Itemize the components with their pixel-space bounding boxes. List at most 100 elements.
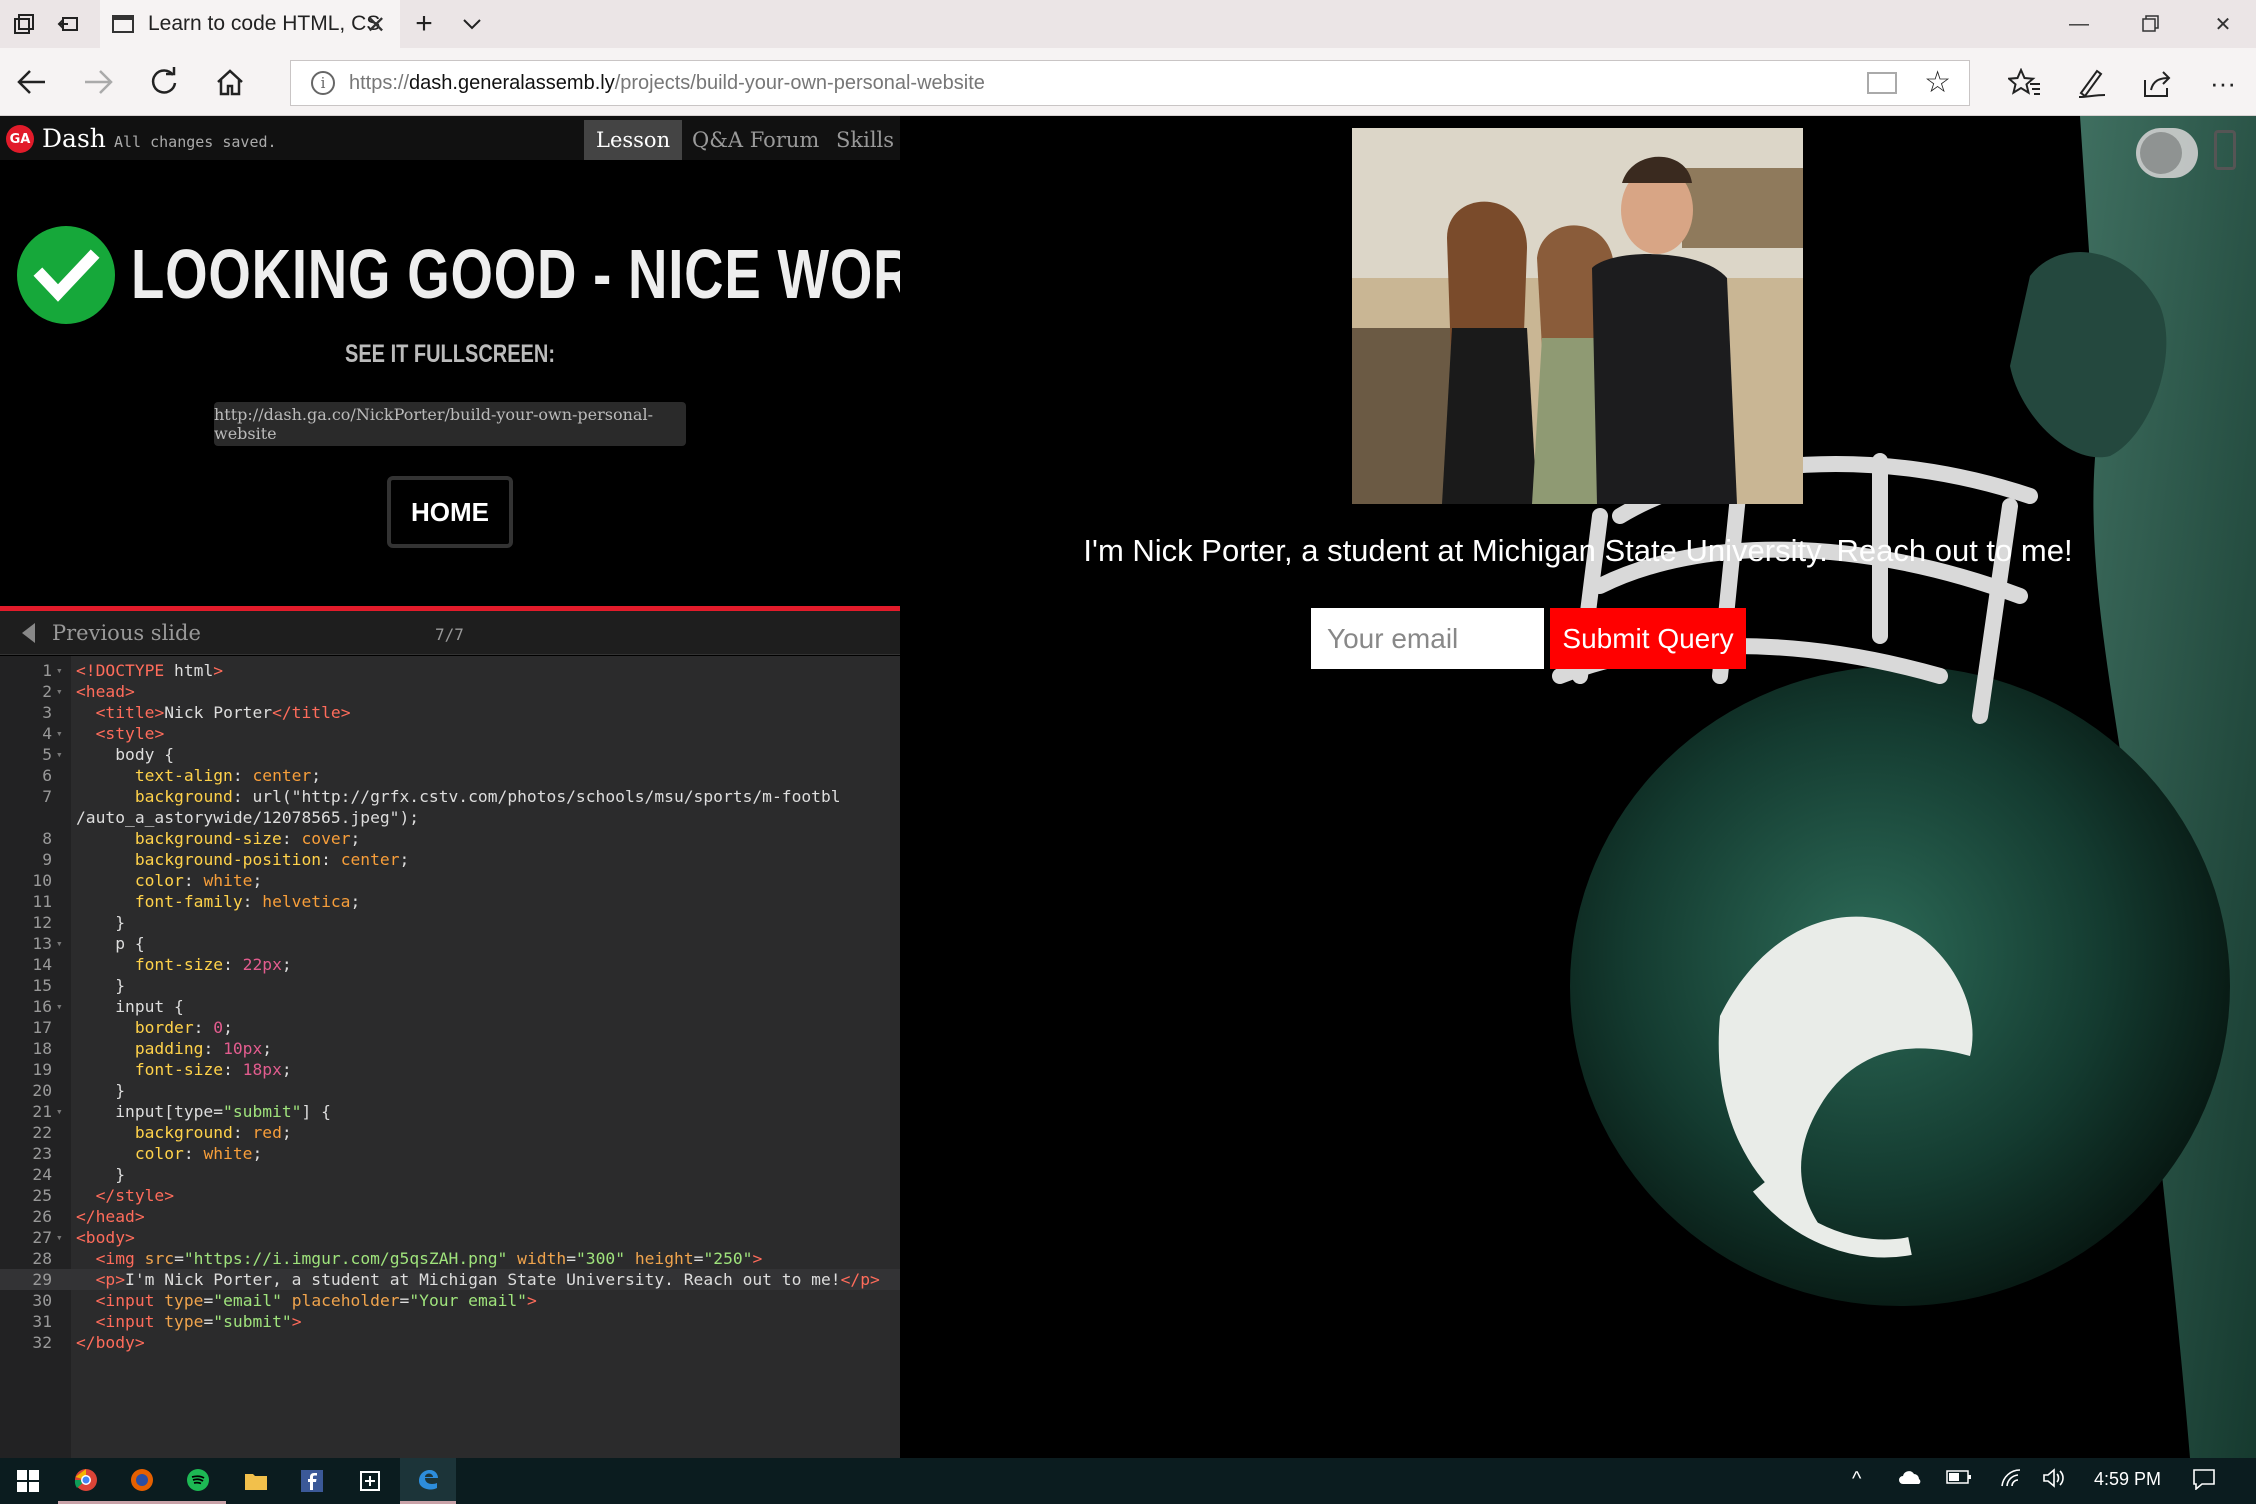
restore-icon[interactable] — [2118, 0, 2184, 48]
more-icon[interactable]: ··· — [2202, 62, 2244, 104]
fold-icon[interactable]: ▾ — [56, 933, 63, 954]
slide-count: 7/7 — [435, 625, 464, 644]
code-line[interactable]: 28 <img src="https://i.imgur.com/g5qsZAH… — [0, 1248, 900, 1269]
code-line[interactable]: 27 ▾ <body> — [0, 1227, 900, 1248]
code-line[interactable]: 10 color: white; — [0, 870, 900, 891]
line-number: 3 — [42, 703, 52, 722]
fold-icon[interactable]: ▾ — [56, 681, 63, 702]
firefox-icon[interactable] — [114, 1458, 170, 1504]
plus-icon[interactable]: + — [408, 7, 440, 40]
code-line[interactable]: 1 ▾ <!DOCTYPE html> — [0, 660, 900, 681]
address-bar[interactable]: i https://dash.generalassemb.ly/projects… — [290, 60, 1970, 106]
battery-icon[interactable] — [1946, 1468, 1972, 1491]
code-line[interactable]: 13 ▾ p { — [0, 933, 900, 954]
facebook-icon[interactable] — [284, 1458, 340, 1504]
code-line[interactable]: 32 </body> — [0, 1332, 900, 1353]
code-line[interactable]: 14 font-size: 22px; — [0, 954, 900, 975]
fullscreen-url[interactable]: http://dash.ga.co/NickPorter/build-your-… — [214, 402, 686, 446]
code-line[interactable]: 31 <input type="submit"> — [0, 1311, 900, 1332]
line-number: 7 — [42, 787, 52, 806]
pen-icon[interactable] — [2070, 62, 2112, 104]
action-center-icon[interactable] — [2192, 1468, 2216, 1496]
code-line[interactable]: /auto_a_astorywide/12078565.jpeg"); — [0, 807, 900, 828]
code-line[interactable]: 25 </style> — [0, 1185, 900, 1206]
code-line[interactable]: 21 ▾ input[type="submit"] { — [0, 1101, 900, 1122]
code-line[interactable]: 20 } — [0, 1080, 900, 1101]
windows-start-icon[interactable] — [0, 1458, 56, 1504]
minimize-icon[interactable]: — — [2046, 0, 2112, 48]
share-icon[interactable] — [2136, 62, 2178, 104]
code-line[interactable]: 29 <p>I'm Nick Porter, a student at Mich… — [0, 1269, 900, 1290]
code-line[interactable]: 11 font-family: helvetica; — [0, 891, 900, 912]
previous-slide-link[interactable]: Previous slide — [52, 621, 201, 645]
tab-list-icon[interactable] — [8, 8, 40, 40]
fold-icon[interactable]: ▾ — [56, 1227, 63, 1248]
chevron-up-icon[interactable]: ^ — [1852, 1468, 1861, 1491]
clock[interactable]: 4:59 PM — [2094, 1469, 2161, 1490]
code-text: font-family: helvetica; — [134, 892, 361, 911]
fold-icon[interactable]: ▾ — [56, 996, 63, 1017]
snip-icon[interactable] — [342, 1458, 398, 1504]
code-line[interactable]: 30 <input type="email" placeholder="Your… — [0, 1290, 900, 1311]
edge-icon[interactable] — [400, 1458, 456, 1504]
windows-taskbar: ^ 4:59 PM — [0, 1458, 2256, 1504]
code-editor[interactable]: 1 ▾ <!DOCTYPE html> 2 ▾ <head> 3 <title>Nick P… — [0, 656, 900, 1458]
code-line[interactable]: 16 ▾ input { — [0, 996, 900, 1017]
previous-arrow-icon[interactable] — [22, 623, 35, 643]
close-icon[interactable]: ✕ — [366, 11, 386, 40]
fold-icon[interactable]: ▾ — [56, 1101, 63, 1122]
code-line[interactable]: 17 border: 0; — [0, 1017, 900, 1038]
code-line[interactable]: 23 color: white; — [0, 1143, 900, 1164]
code-text: border: 0; — [134, 1018, 233, 1037]
browser-tab[interactable]: Learn to code HTML, CS ✕ — [100, 0, 400, 48]
code-line[interactable]: 7 background: url("http://grfx.cstv.com/… — [0, 786, 900, 807]
forward-icon[interactable] — [78, 62, 118, 102]
refresh-icon[interactable] — [144, 62, 184, 102]
code-line[interactable]: 15 } — [0, 975, 900, 996]
volume-icon[interactable] — [2042, 1468, 2064, 1494]
code-line[interactable]: 4 ▾ <style> — [0, 723, 900, 744]
code-line[interactable]: 6 text-align: center; — [0, 765, 900, 786]
back-tabs-icon[interactable] — [52, 8, 84, 40]
view-toggle[interactable] — [2136, 128, 2198, 178]
fold-icon[interactable]: ▾ — [56, 660, 63, 681]
code-line[interactable]: 22 background: red; — [0, 1122, 900, 1143]
code-line[interactable]: 24 } — [0, 1164, 900, 1185]
fold-icon[interactable]: ▾ — [56, 744, 63, 765]
line-number: 11 — [32, 892, 52, 911]
fold-icon[interactable]: ▾ — [56, 723, 63, 744]
code-line[interactable]: 26 </head> — [0, 1206, 900, 1227]
tab-qa-forum[interactable]: Q&A Forum — [680, 120, 831, 160]
code-line[interactable]: 3 <title>Nick Porter</title> — [0, 702, 900, 723]
line-number: 20 — [32, 1081, 52, 1100]
window-close-icon[interactable]: ✕ — [2190, 0, 2256, 48]
code-line[interactable]: 18 padding: 10px; — [0, 1038, 900, 1059]
code-line[interactable]: 12 } — [0, 912, 900, 933]
favorites-icon[interactable] — [2004, 62, 2046, 104]
code-line[interactable]: 5 ▾ body { — [0, 744, 900, 765]
back-icon[interactable] — [12, 62, 52, 102]
tab-lesson[interactable]: Lesson — [584, 120, 683, 160]
spotify-icon[interactable] — [170, 1458, 226, 1504]
phone-icon[interactable] — [2214, 130, 2236, 170]
code-line[interactable]: 19 font-size: 18px; — [0, 1059, 900, 1080]
file-explorer-icon[interactable] — [228, 1458, 284, 1504]
reading-view-icon[interactable] — [1867, 72, 1897, 94]
star-icon[interactable]: ☆ — [1924, 65, 1951, 100]
code-lines[interactable]: 1 ▾ <!DOCTYPE html> 2 ▾ <head> 3 <title>Nick P… — [0, 660, 900, 1353]
submit-button[interactable]: Submit Query — [1550, 608, 1746, 669]
chrome-icon[interactable] — [58, 1458, 114, 1504]
wifi-icon[interactable] — [2000, 1468, 2022, 1494]
email-input[interactable] — [1311, 608, 1544, 669]
onedrive-icon[interactable] — [1898, 1468, 1924, 1491]
code-line[interactable]: 9 background-position: center; — [0, 849, 900, 870]
home-button[interactable]: HOME — [387, 476, 513, 548]
home-icon[interactable] — [210, 62, 250, 102]
line-number: 21 — [32, 1102, 52, 1121]
ga-logo[interactable]: GA — [6, 125, 34, 153]
code-line[interactable]: 2 ▾ <head> — [0, 681, 900, 702]
code-line[interactable]: 8 background-size: cover; — [0, 828, 900, 849]
chevron-down-icon[interactable] — [456, 8, 488, 40]
tab-skills[interactable]: Skills — [824, 120, 906, 160]
info-icon[interactable]: i — [311, 71, 335, 95]
